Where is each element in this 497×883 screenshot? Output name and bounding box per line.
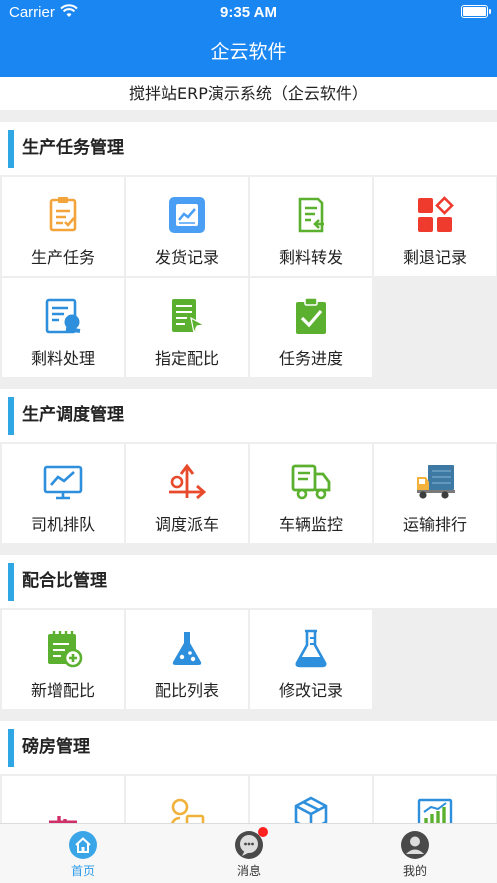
section-header: 配合比管理 bbox=[0, 555, 497, 608]
grid-blocks-icon bbox=[415, 195, 455, 235]
menu-item-label: 车辆监控 bbox=[278, 515, 343, 534]
menu-item-label: 生产任务 bbox=[30, 248, 95, 267]
section-0: 生产任务管理生产任务 发货记录 剩料转发 剩退记录剩料处理 指定配比 任务进度 bbox=[0, 122, 497, 389]
section-1: 生产调度管理司机排队 调度派车 车辆监控 运输排行 bbox=[0, 389, 497, 555]
menu-item-label: 指定配比 bbox=[154, 349, 219, 368]
document-cursor-icon bbox=[167, 296, 207, 336]
tab-profile[interactable]: 我的 bbox=[332, 824, 497, 883]
notepad-add-icon bbox=[43, 628, 83, 668]
menu-item-label: 剩料处理 bbox=[30, 349, 95, 368]
section-gap bbox=[0, 377, 497, 389]
menu-item[interactable]: 任务进度 bbox=[250, 278, 372, 377]
menu-item-label: 剩退记录 bbox=[402, 248, 467, 267]
menu-item-label: 运输排行 bbox=[402, 515, 467, 534]
document-process-icon bbox=[43, 296, 83, 336]
tab-bar: 首页 消息 我的 bbox=[0, 823, 497, 883]
status-time: 9:35 AM bbox=[220, 4, 277, 21]
menu-item-label: 发货记录 bbox=[154, 248, 219, 267]
flask-icon bbox=[167, 628, 207, 668]
menu-item[interactable]: 生产任务 bbox=[2, 177, 124, 276]
clipboard-check-icon bbox=[291, 296, 331, 336]
menu-item[interactable]: 剩料处理 bbox=[2, 278, 124, 377]
empty-cell bbox=[374, 278, 496, 377]
page-title: 企云软件 bbox=[210, 41, 287, 63]
menu-item-label: 修改记录 bbox=[278, 681, 343, 700]
menu-item[interactable]: 修改记录 bbox=[250, 610, 372, 709]
menu-item[interactable]: 配比列表 bbox=[126, 610, 248, 709]
home-icon bbox=[68, 830, 98, 860]
section-header: 生产任务管理 bbox=[0, 122, 497, 175]
section-gap bbox=[0, 543, 497, 555]
section-grid: 生产任务 发货记录 剩料转发 剩退记录剩料处理 指定配比 任务进度 bbox=[0, 175, 497, 377]
package-box-icon bbox=[291, 794, 331, 823]
top-bar: Carrier 9:35 AM 企云软件 bbox=[0, 0, 497, 77]
menu-item-label: 配比列表 bbox=[154, 681, 219, 700]
person-truck-icon bbox=[167, 794, 207, 823]
section-title: 配合比管理 bbox=[22, 571, 107, 591]
section-3: 磅房管理 bbox=[0, 721, 497, 823]
task-list-icon bbox=[43, 195, 83, 235]
notification-badge bbox=[258, 827, 268, 837]
bars-icon bbox=[43, 794, 83, 823]
menu-item[interactable]: 司机排队 bbox=[2, 444, 124, 543]
menu-item[interactable]: 剩退记录 bbox=[374, 177, 496, 276]
menu-item[interactable]: 新增配比 bbox=[2, 610, 124, 709]
menu-item-label: 调度派车 bbox=[154, 515, 219, 534]
menu-item-label: 剩料转发 bbox=[278, 248, 343, 267]
section-2: 配合比管理新增配比 配比列表 修改记录 bbox=[0, 555, 497, 721]
menu-item[interactable]: 运输排行 bbox=[374, 444, 496, 543]
section-accent-bar bbox=[8, 563, 14, 601]
section-title: 生产调度管理 bbox=[22, 405, 124, 425]
section-grid: 司机排队 调度派车 车辆监控 运输排行 bbox=[0, 442, 497, 543]
menu-item[interactable]: 发货记录 bbox=[126, 177, 248, 276]
menu-item[interactable]: 指定配比 bbox=[126, 278, 248, 377]
section-accent-bar bbox=[8, 397, 14, 435]
menu-item[interactable]: 车辆监控 bbox=[250, 444, 372, 543]
document-forward-icon bbox=[291, 195, 331, 235]
shipping-chart-icon bbox=[167, 195, 207, 235]
monitor-chart-icon bbox=[43, 462, 83, 502]
tab-home[interactable]: 首页 bbox=[0, 824, 166, 883]
truck-monitor-icon bbox=[291, 462, 331, 502]
profile-icon bbox=[400, 830, 430, 860]
section-header: 生产调度管理 bbox=[0, 389, 497, 442]
menu-item[interactable] bbox=[126, 776, 248, 823]
section-gap bbox=[0, 709, 497, 721]
section-accent-bar bbox=[8, 729, 14, 767]
menu-item-label: 司机排队 bbox=[30, 515, 95, 534]
status-bar: Carrier 9:35 AM bbox=[0, 0, 497, 26]
chart-board-icon bbox=[415, 794, 455, 823]
menu-item[interactable] bbox=[2, 776, 124, 823]
empty-cell bbox=[374, 610, 496, 709]
section-grid bbox=[0, 774, 497, 823]
menu-item-label: 任务进度 bbox=[278, 349, 343, 368]
tab-label: 首页 bbox=[70, 864, 95, 878]
tab-message[interactable]: 消息 bbox=[166, 824, 332, 883]
section-title: 生产任务管理 bbox=[22, 138, 124, 158]
menu-item-label: 新增配比 bbox=[30, 681, 95, 700]
section-header: 磅房管理 bbox=[0, 721, 497, 774]
menu-item[interactable] bbox=[250, 776, 372, 823]
beaker-icon bbox=[291, 628, 331, 668]
main-content[interactable]: 生产任务管理生产任务 发货记录 剩料转发 剩退记录剩料处理 指定配比 任务进度生产调度管理… bbox=[0, 122, 497, 823]
section-accent-bar bbox=[8, 130, 14, 168]
section-title: 磅房管理 bbox=[22, 737, 90, 757]
battery-icon bbox=[461, 5, 491, 18]
section-grid: 新增配比 配比列表 修改记录 bbox=[0, 608, 497, 709]
menu-item[interactable]: 调度派车 bbox=[126, 444, 248, 543]
system-subtitle: 搅拌站ERP演示系统（企云软件） bbox=[0, 77, 497, 110]
dispatch-arrows-icon bbox=[167, 462, 207, 502]
menu-item[interactable] bbox=[374, 776, 496, 823]
tab-label: 消息 bbox=[236, 864, 261, 878]
tab-label: 我的 bbox=[402, 864, 427, 878]
menu-item[interactable]: 剩料转发 bbox=[250, 177, 372, 276]
delivery-truck-icon bbox=[415, 462, 455, 502]
